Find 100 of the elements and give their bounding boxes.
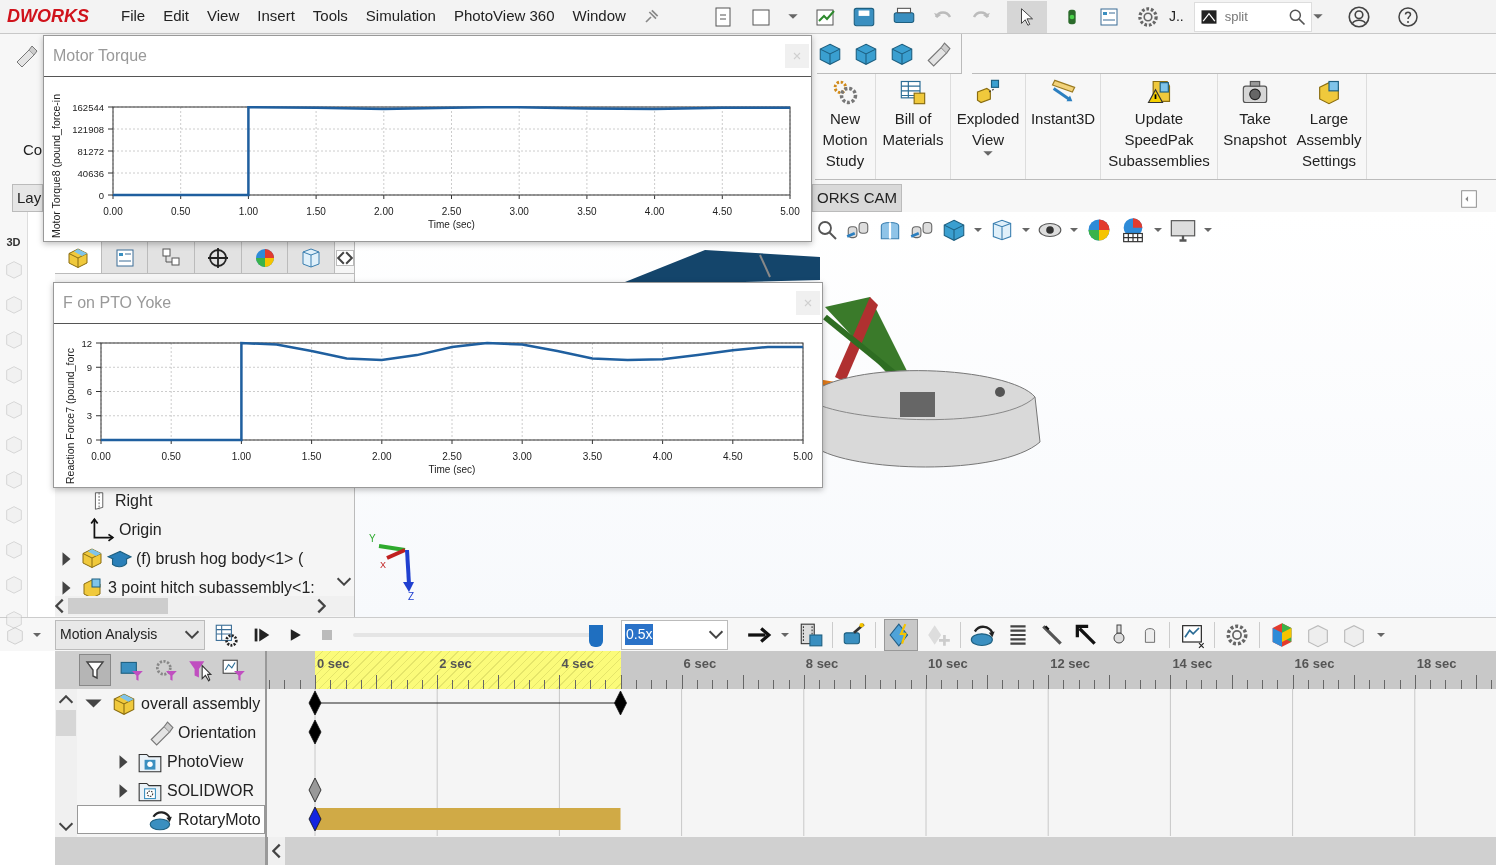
scroll-right-icon[interactable] xyxy=(317,598,326,614)
dropdown-caret-icon[interactable] xyxy=(1376,631,1386,638)
scroll-down-icon[interactable] xyxy=(336,577,352,586)
dropdown-caret-icon[interactable] xyxy=(786,13,799,20)
filter-plot-icon[interactable] xyxy=(221,657,247,683)
collapse-caret-icon[interactable] xyxy=(84,698,103,709)
expand-caret-icon[interactable] xyxy=(61,579,72,596)
dropdown-caret-icon[interactable] xyxy=(1153,227,1163,233)
menu-item[interactable]: Insert xyxy=(248,5,304,28)
panel-collapse-icon[interactable] xyxy=(1458,188,1480,210)
menu-item[interactable]: Edit xyxy=(154,5,199,28)
filter-selected-icon[interactable] xyxy=(153,657,179,683)
tab[interactable]: Lay xyxy=(12,184,43,212)
expand-caret-icon[interactable] xyxy=(61,550,72,567)
expand-caret-icon[interactable] xyxy=(118,782,129,799)
zoom-to-fit-icon[interactable] xyxy=(815,218,839,242)
camera-icon xyxy=(1241,78,1269,106)
scroll-left-icon[interactable] xyxy=(337,250,346,265)
account-icon[interactable] xyxy=(1345,3,1372,30)
dropdown-caret-icon[interactable] xyxy=(1203,227,1213,233)
time-label: 0 sec xyxy=(317,655,350,673)
keyframe-marker[interactable] xyxy=(308,719,322,745)
search-bar[interactable]: split xyxy=(1193,1,1312,32)
tick-label: 5.00 xyxy=(780,206,800,217)
menu-item[interactable]: File xyxy=(112,5,155,28)
tick-label: 3.00 xyxy=(512,451,532,462)
dropdown-caret-icon[interactable] xyxy=(1021,227,1031,233)
autokey-button[interactable] xyxy=(884,618,918,651)
save-animation-icon[interactable] xyxy=(798,621,824,648)
view-orientation-icon[interactable] xyxy=(941,217,967,243)
scroll-down-icon[interactable] xyxy=(58,822,74,831)
view-orientation-icon[interactable] xyxy=(14,44,38,68)
command-label[interactable]: Co xyxy=(23,139,43,162)
shaft-icon[interactable] xyxy=(925,40,951,67)
time-label: 10 sec xyxy=(928,655,968,673)
help-icon[interactable] xyxy=(1395,4,1420,29)
time-label: 18 sec xyxy=(1416,655,1457,673)
ribbon-button[interactable]: Update SpeedPak Subassemblies xyxy=(1101,74,1218,179)
keyframe-marker[interactable] xyxy=(308,690,322,716)
study-type-dropdown[interactable]: Motion Analysis xyxy=(55,619,205,650)
timeline-ruler[interactable]: 0 sec 2 sec 4 sec 6 sec 8 sec 10 sec 12 sec 14 sec 16 sec 18 sec xyxy=(267,651,1496,689)
horizontal-scrollbar[interactable] xyxy=(55,837,265,865)
dropdown-caret-icon[interactable] xyxy=(780,631,790,638)
menu-item[interactable]: PhotoView 360 xyxy=(444,5,564,28)
horizontal-scrollbar[interactable] xyxy=(267,837,1496,865)
timeline-tree-row[interactable]: RotaryMoto xyxy=(77,805,265,834)
ribbon-button[interactable]: Exploded View xyxy=(951,74,1026,179)
timeline-tree-row[interactable]: overall assembly xyxy=(77,689,265,718)
ribbon-button[interactable]: New Motion Study xyxy=(815,74,876,179)
select-button[interactable] xyxy=(1006,0,1047,33)
expand-caret-icon[interactable] xyxy=(118,753,129,770)
search-input[interactable]: split xyxy=(1224,6,1269,27)
menu-item[interactable]: Tools xyxy=(303,5,357,28)
horizontal-scrollbar[interactable] xyxy=(55,596,354,616)
timeline-tree-row[interactable]: SOLIDWOR xyxy=(77,776,265,805)
time-label: 16 sec xyxy=(1294,655,1335,673)
speed-dropdown[interactable]: 0.5x xyxy=(621,619,728,650)
tick-label: 0.50 xyxy=(170,206,191,217)
menu-item[interactable]: Simulation xyxy=(356,5,445,28)
tick-label: 3.00 xyxy=(509,206,529,217)
dropdown-caret-icon[interactable] xyxy=(1069,227,1079,233)
keyframe-marker[interactable] xyxy=(308,777,322,803)
axis-title: Motor Torque8 (pound_force-in xyxy=(50,94,62,238)
tree-item[interactable]: Right xyxy=(115,488,153,513)
ribbon-button[interactable]: Take Snapshot xyxy=(1218,74,1292,179)
menu-item[interactable]: Window xyxy=(563,5,635,28)
scroll-left-icon[interactable] xyxy=(55,598,64,614)
ribbon-button[interactable]: Bill of Materials xyxy=(876,74,951,179)
tab[interactable]: ORKS CAM xyxy=(812,184,902,212)
filter-button[interactable] xyxy=(79,654,111,686)
panel-tab[interactable] xyxy=(195,242,242,273)
assembly-icon xyxy=(80,575,104,596)
keyframe-marker[interactable] xyxy=(614,690,627,716)
search-options-icon[interactable] xyxy=(1311,13,1324,20)
user-name: J.. xyxy=(1168,7,1184,26)
timeline-tree-row[interactable]: PhotoView xyxy=(77,747,265,776)
tick-label: 6 xyxy=(86,386,92,397)
tree-item[interactable]: (f) brush hog body<1> ( xyxy=(136,546,304,571)
dropdown-caret-icon[interactable] xyxy=(973,227,983,233)
tick-label: 2.00 xyxy=(374,206,394,217)
axis-title: Time (sec) xyxy=(428,464,476,475)
dropdown-caret-icon[interactable] xyxy=(32,631,42,638)
ribbon-button[interactable]: Large Assembly Settings xyxy=(1292,74,1367,179)
plot-window[interactable]: F on PTO Yoke 0.00 0.50 1.00 1.50 2.00 2.50 3.00 3.50 4.00 4.50 5.00 0 3 6 9 12 Time (sec) Reaction Force7 (pound_forc xyxy=(53,282,823,488)
scroll-right-icon[interactable] xyxy=(345,250,354,265)
tree-item[interactable]: Origin xyxy=(119,517,162,542)
keyframe-marker[interactable] xyxy=(308,806,322,832)
side-tab-label[interactable]: 3D xyxy=(6,234,21,251)
time-label: 14 sec xyxy=(1172,655,1213,673)
scroll-thumb[interactable] xyxy=(56,710,76,736)
scroll-up-icon[interactable] xyxy=(58,695,74,704)
playback-slider[interactable] xyxy=(353,622,603,647)
ribbon-button[interactable]: Instant3D xyxy=(1026,74,1101,179)
timeline-tree-row[interactable]: Orientation xyxy=(77,718,265,747)
plot-window[interactable]: Motor Torque 0.00 0.50 1.00 1.50 2.00 2.50 3.00 3.50 4.00 4.50 5.00 0 40636 81272 121908 162544 Time (sec) Motor Torque8 (pound_force-in xyxy=(43,35,812,242)
tree-item[interactable]: 3 point hitch subassembly<1: xyxy=(108,575,315,596)
app-logo: DWORKS xyxy=(6,5,90,28)
menu-item[interactable]: View xyxy=(198,5,249,28)
scroll-left-icon[interactable] xyxy=(272,843,281,859)
caret-icon xyxy=(708,630,724,639)
